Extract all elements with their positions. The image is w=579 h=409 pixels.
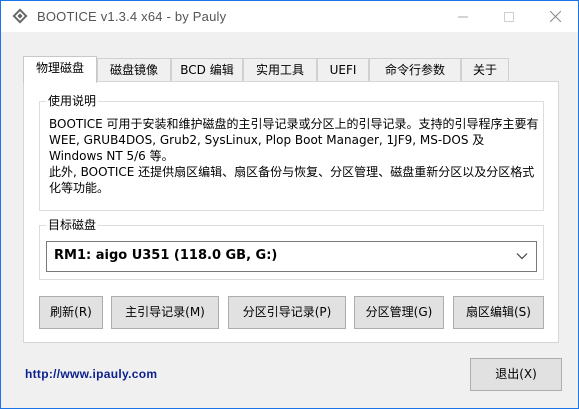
minimize-icon — [458, 16, 468, 17]
window-title: BOOTICE v1.3.4 x64 - by Pauly — [37, 9, 227, 24]
usage-group: 使用说明 BOOTICE 可用于安装和维护磁盘的主引导记录或分区上的引导记录。支… — [39, 93, 544, 211]
tab-strip: 物理磁盘 磁盘镜像 BCD 编辑 实用工具 UEFI 命令行参数 关于 — [23, 56, 523, 83]
maximize-button[interactable] — [486, 1, 532, 32]
tab-disk-image[interactable]: 磁盘镜像 — [97, 58, 171, 82]
website-link[interactable]: http://www.ipauly.com — [25, 367, 157, 381]
refresh-button[interactable]: 刷新(R) — [39, 296, 103, 329]
exit-button[interactable]: 退出(X) — [470, 358, 562, 391]
pbr-button[interactable]: 分区引导记录(P) — [228, 296, 346, 329]
tab-utilities[interactable]: 实用工具 — [243, 58, 317, 82]
close-icon — [549, 11, 561, 22]
mbr-button[interactable]: 主引导记录(M) — [111, 296, 219, 329]
physical-disk-panel: 使用说明 BOOTICE 可用于安装和维护磁盘的主引导记录或分区上的引导记录。支… — [23, 81, 559, 343]
target-disk-group: 目标磁盘 RM1: aigo U351 (118.0 GB, G:) — [39, 217, 544, 280]
maximize-icon — [504, 11, 514, 22]
target-disk-select[interactable]: RM1: aigo U351 (118.0 GB, G:) — [46, 241, 537, 272]
target-disk-value: RM1: aigo U351 (118.0 GB, G:) — [54, 248, 278, 263]
tab-physical-disk[interactable]: 物理磁盘 — [23, 56, 97, 83]
tab-uefi[interactable]: UEFI — [317, 58, 369, 82]
close-button[interactable] — [532, 1, 578, 32]
minimize-button[interactable] — [440, 1, 486, 32]
target-disk-title: 目标磁盘 — [46, 217, 99, 233]
chevron-down-icon — [516, 253, 528, 260]
partition-manager-button[interactable]: 分区管理(G) — [354, 296, 444, 329]
sector-edit-button[interactable]: 扇区编辑(S) — [453, 296, 544, 329]
tab-about[interactable]: 关于 — [461, 58, 509, 82]
title-bar[interactable]: BOOTICE v1.3.4 x64 - by Pauly — [1, 1, 578, 32]
usage-title: 使用说明 — [46, 93, 99, 109]
tab-bcd-edit[interactable]: BCD 编辑 — [171, 58, 243, 82]
bootice-window: BOOTICE v1.3.4 x64 - by Pauly 物理磁盘 磁盘镜像 … — [0, 0, 579, 409]
usage-text: BOOTICE 可用于安装和维护磁盘的主引导记录或分区上的引导记录。支持的引导程… — [49, 117, 539, 195]
diamond-icon[interactable] — [12, 8, 28, 24]
tab-command-line[interactable]: 命令行参数 — [369, 58, 461, 82]
